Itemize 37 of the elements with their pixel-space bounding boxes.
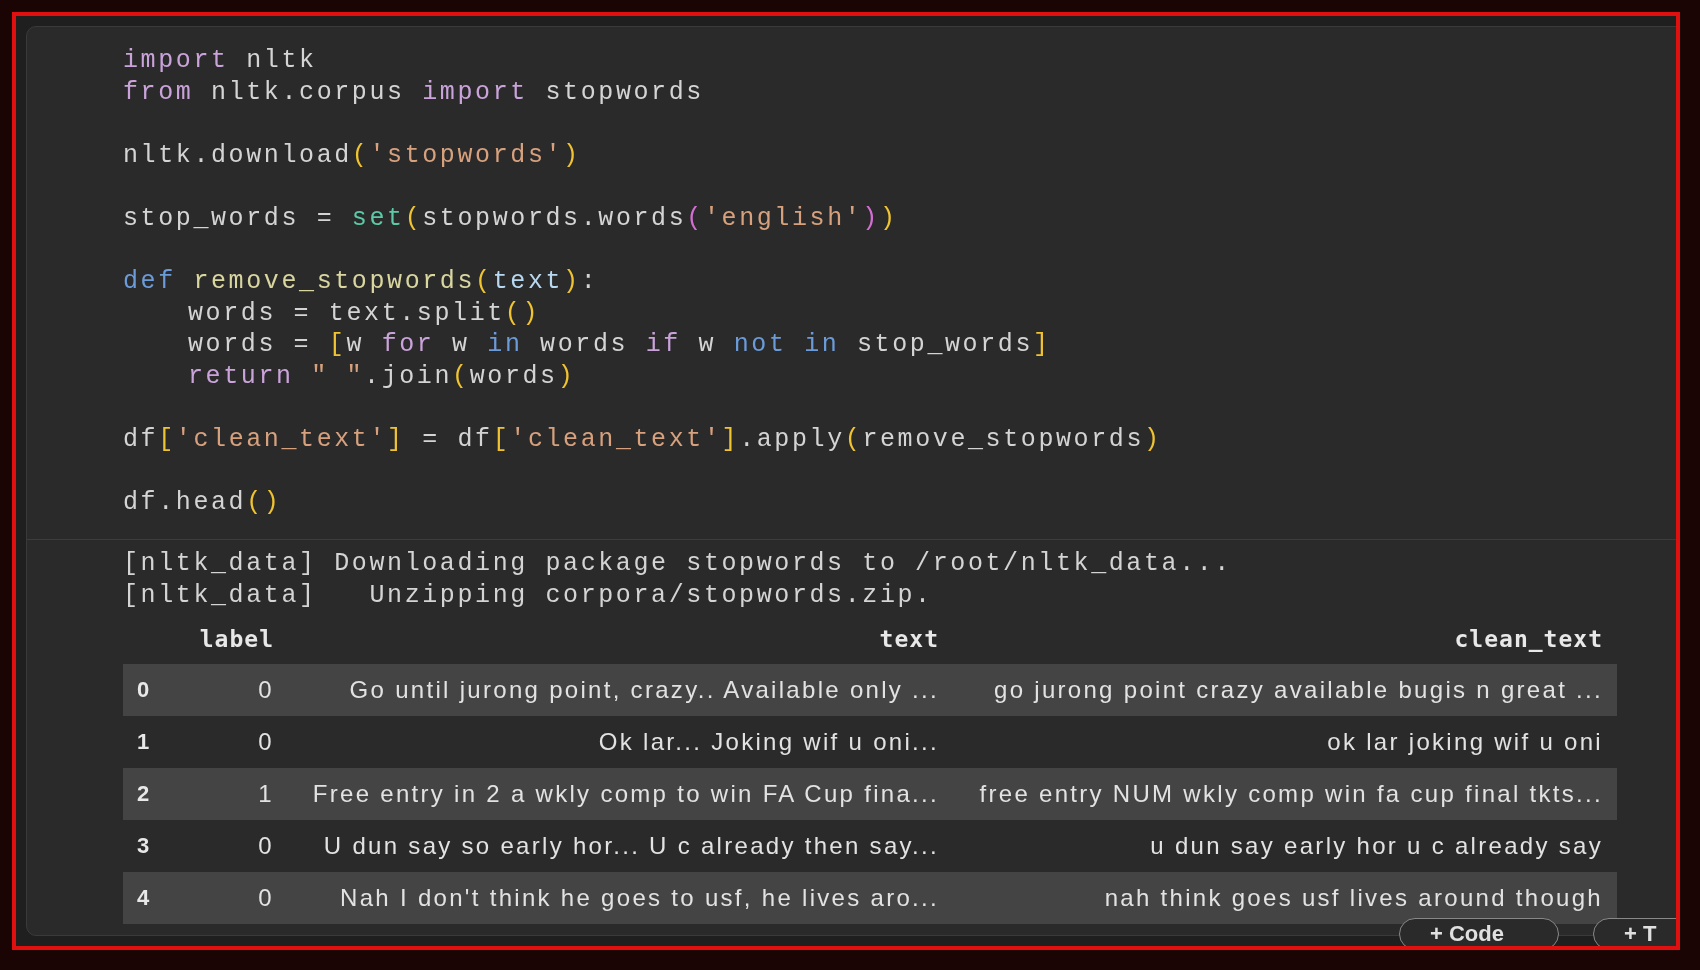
table-cell-text: u dun say early hor u c already say	[1150, 831, 1604, 860]
table-cell-text: free entry NUM wkly comp win fa cup final tkts...	[979, 779, 1604, 808]
table-cell-text: Ok lar... Joking wif u oni...	[598, 727, 940, 756]
code-line: stop_words = set(stopwords.words('english'))	[123, 202, 898, 235]
table-cell-text: Nah I don't think he goes to usf, he lives aro...	[340, 883, 940, 912]
code-line: def remove_stopwords(text):	[123, 266, 599, 298]
code-line: df.head()	[123, 487, 282, 519]
table-cell-text: 0	[258, 727, 275, 756]
table-cell-text: 0	[258, 831, 275, 860]
add-cell-button[interactable]: + T	[1593, 918, 1676, 946]
column-header: text	[879, 625, 940, 652]
column-header: clean_text	[1454, 625, 1604, 652]
table-cell-text: ok lar joking wif u oni	[1327, 727, 1604, 756]
row-index: 2	[136, 780, 150, 807]
output-line: [nltk_data] Unzipping corpora/stopwords.zip.	[123, 579, 933, 612]
add-cell-button[interactable]: + Code	[1399, 918, 1559, 946]
code-line: from nltk.corpus import stopwords	[123, 76, 704, 109]
row-index: 4	[136, 884, 150, 911]
table-cell-text: go jurong point crazy available bugis n great ...	[994, 675, 1604, 704]
output-line: [nltk_data] Downloading package stopwords to /root/nltk_data...	[123, 547, 1232, 580]
code-line: nltk.download('stopwords')	[123, 139, 581, 172]
row-index: 1	[136, 728, 150, 755]
table-cell-text: 0	[258, 675, 275, 704]
row-index: 0	[136, 676, 150, 703]
code-line: words = text.split()	[187, 297, 541, 330]
table-cell-text: U dun say so early hor... U c already then say...	[323, 831, 940, 860]
table-cell-text: 1	[258, 779, 275, 808]
row-index: 3	[136, 832, 150, 859]
table-cell-text: nah think goes usf lives around though	[1104, 883, 1604, 912]
column-header: label	[199, 625, 275, 652]
code-line: df['clean_text'] = df['clean_text'].apply(remove_stopwords)	[123, 424, 1162, 456]
table-cell-text: 0	[258, 883, 275, 912]
code-line: import nltk	[123, 45, 317, 77]
code-line: words = [w for w in words if w not in stop_words]	[187, 329, 1051, 361]
table-cell-text: Go until jurong point, crazy.. Available only ...	[349, 675, 940, 704]
code-line: return " ".join(words)	[187, 360, 576, 393]
table-cell-text: Free entry in 2 a wkly comp to win FA Cup fina...	[312, 779, 940, 808]
